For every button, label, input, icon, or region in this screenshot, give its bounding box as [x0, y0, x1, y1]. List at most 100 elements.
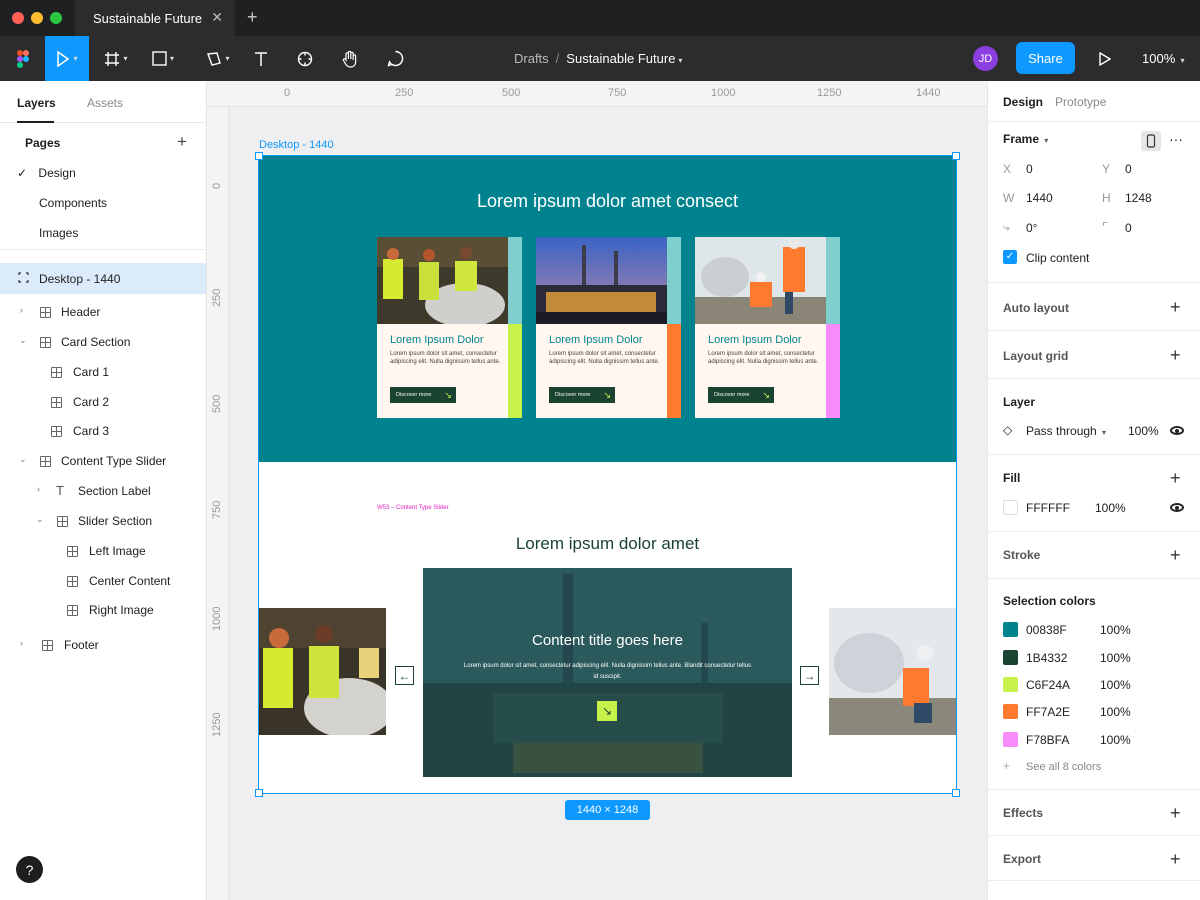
- add-layout-grid-icon[interactable]: +: [1170, 346, 1181, 364]
- button-label: Discover more: [555, 392, 591, 398]
- card-body: Lorem ipsum dolor sit amet, consectetur …: [549, 351, 660, 365]
- see-all-colors-link[interactable]: See all 8 colors: [1026, 761, 1101, 773]
- selection-color-swatch[interactable]: [1003, 650, 1018, 665]
- add-stroke-icon[interactable]: +: [1170, 546, 1181, 564]
- left-image[interactable]: [259, 608, 386, 735]
- frame-label[interactable]: Desktop - 1440: [259, 139, 334, 151]
- close-tab-icon[interactable]: ✕: [211, 9, 223, 26]
- fill-opacity-input[interactable]: 100%: [1095, 501, 1126, 515]
- page-design[interactable]: ✓ Design: [17, 166, 223, 180]
- chevron-right-icon[interactable]: ›: [37, 484, 40, 494]
- tab-layers[interactable]: Layers: [17, 96, 56, 110]
- selection-color-swatch[interactable]: [1003, 704, 1018, 719]
- minimize-window-button[interactable]: [31, 12, 43, 24]
- ruler-tick: 500: [502, 87, 521, 99]
- tab-prototype[interactable]: Prototype: [1055, 95, 1106, 109]
- tab-assets[interactable]: Assets: [87, 96, 123, 110]
- fill-color-swatch[interactable]: [1003, 500, 1018, 515]
- add-auto-layout-icon[interactable]: +: [1170, 298, 1181, 316]
- selection-color-hex[interactable]: C6F24A: [1026, 678, 1070, 692]
- selection-color-opacity[interactable]: 100%: [1100, 623, 1131, 637]
- resize-handle-bottom-right[interactable]: [952, 789, 960, 797]
- card-2[interactable]: Lorem Ipsum Dolor Lorem ipsum dolor sit …: [536, 237, 681, 418]
- selection-color-swatch[interactable]: [1003, 622, 1018, 637]
- figma-menu-icon[interactable]: [8, 36, 38, 81]
- maximize-window-button[interactable]: [50, 12, 62, 24]
- selection-color-hex[interactable]: 00838F: [1026, 623, 1067, 637]
- discover-more-button[interactable]: Discover more ↘: [549, 387, 615, 403]
- chevron-right-icon[interactable]: ›: [20, 638, 23, 648]
- add-fill-icon[interactable]: +: [1170, 469, 1181, 487]
- selection-color-hex[interactable]: 1B4332: [1026, 651, 1067, 665]
- corner-radius-input[interactable]: 0: [1125, 221, 1132, 235]
- resize-handle-top-left[interactable]: [255, 152, 263, 160]
- selection-color-opacity[interactable]: 100%: [1100, 705, 1131, 719]
- shape-tool-button[interactable]: ▾: [145, 36, 181, 81]
- component-tool-button[interactable]: [292, 36, 318, 81]
- resize-handle-top-right[interactable]: [952, 152, 960, 160]
- resize-handle-bottom-left[interactable]: [255, 789, 263, 797]
- discover-more-button[interactable]: Discover more ↘: [390, 387, 456, 403]
- next-slide-button[interactable]: →: [800, 666, 819, 685]
- pen-tool-button[interactable]: ▾: [200, 36, 236, 81]
- chevron-down-icon[interactable]: ⌄: [36, 514, 44, 525]
- add-effect-icon[interactable]: +: [1170, 804, 1181, 822]
- zoom-dropdown[interactable]: 100% ▾: [1142, 51, 1185, 66]
- width-input[interactable]: 1440: [1026, 191, 1053, 205]
- chevron-right-icon[interactable]: ›: [20, 305, 23, 315]
- device-frame-button[interactable]: [1141, 131, 1161, 151]
- selection-color-opacity[interactable]: 100%: [1100, 733, 1131, 747]
- layer-desktop-1440[interactable]: Desktop - 1440: [0, 263, 206, 294]
- effects-section: Effects +: [988, 789, 1200, 835]
- blend-mode-dropdown[interactable]: Pass through ▾: [1026, 424, 1106, 438]
- help-button[interactable]: ?: [16, 856, 43, 883]
- tab-design[interactable]: Design: [1003, 95, 1043, 109]
- rotation-input[interactable]: 0°: [1026, 221, 1037, 235]
- right-image[interactable]: [829, 608, 956, 735]
- chevron-down-icon[interactable]: ▾: [678, 56, 682, 65]
- clip-content-checkbox[interactable]: ✓: [1003, 250, 1017, 264]
- card-3[interactable]: Lorem Ipsum Dolor Lorem ipsum dolor sit …: [695, 237, 840, 418]
- discover-more-button[interactable]: Discover more ↘: [708, 387, 774, 403]
- text-tool-button[interactable]: [248, 36, 274, 81]
- center-content[interactable]: Content title goes here Lorem ipsum dolo…: [423, 568, 792, 777]
- selection-color-hex[interactable]: F78BFA: [1026, 733, 1069, 747]
- canvas[interactable]: 0 250 500 750 1000 1250 1440 0 250 500 7…: [207, 81, 987, 900]
- add-export-icon[interactable]: +: [1170, 850, 1181, 868]
- chevron-down-icon[interactable]: ⌄: [19, 454, 27, 465]
- selection-color-swatch[interactable]: [1003, 677, 1018, 692]
- close-window-button[interactable]: [12, 12, 24, 24]
- selection-color-hex[interactable]: FF7A2E: [1026, 705, 1070, 719]
- y-input[interactable]: 0: [1125, 162, 1132, 176]
- previous-slide-button[interactable]: ←: [395, 666, 414, 685]
- selection-color-opacity[interactable]: 100%: [1100, 651, 1131, 665]
- layer-opacity-input[interactable]: 100%: [1128, 424, 1159, 438]
- button-label: Discover more: [714, 392, 750, 398]
- chevron-down-icon[interactable]: ⌄: [19, 335, 27, 346]
- desktop-frame[interactable]: Lorem ipsum dolor amet consect Lorem Ips…: [255, 152, 960, 797]
- present-button[interactable]: [1092, 36, 1118, 81]
- fill-hex-input[interactable]: FFFFFF: [1026, 501, 1070, 515]
- selection-color-opacity[interactable]: 100%: [1100, 678, 1131, 692]
- x-input[interactable]: 0: [1026, 162, 1033, 176]
- more-options-icon[interactable]: ···: [1169, 131, 1183, 147]
- frame-tool-button[interactable]: ▾: [98, 36, 134, 81]
- share-button[interactable]: Share: [1016, 42, 1075, 74]
- horizontal-ruler: 0 250 500 750 1000 1250 1440: [207, 81, 987, 107]
- file-tab[interactable]: Sustainable Future ✕: [75, 0, 235, 36]
- visibility-eye-icon[interactable]: [1170, 426, 1184, 435]
- comment-tool-button[interactable]: [382, 36, 408, 81]
- file-name[interactable]: Sustainable Future: [566, 51, 675, 66]
- height-input[interactable]: 1248: [1125, 191, 1152, 205]
- visibility-eye-icon[interactable]: [1170, 503, 1184, 512]
- frame-heading[interactable]: Frame ▾: [1003, 132, 1048, 146]
- slide-cta-button[interactable]: ↘: [597, 701, 617, 721]
- selection-color-swatch[interactable]: [1003, 732, 1018, 747]
- hand-tool-button[interactable]: [337, 36, 363, 81]
- new-tab-icon[interactable]: +: [247, 7, 258, 28]
- avatar[interactable]: JD: [973, 46, 998, 71]
- breadcrumb-drafts[interactable]: Drafts: [514, 51, 549, 66]
- card-1[interactable]: Lorem Ipsum Dolor Lorem ipsum dolor sit …: [377, 237, 522, 418]
- move-tool-button[interactable]: ▾: [45, 36, 89, 81]
- add-page-icon[interactable]: +: [177, 132, 197, 152]
